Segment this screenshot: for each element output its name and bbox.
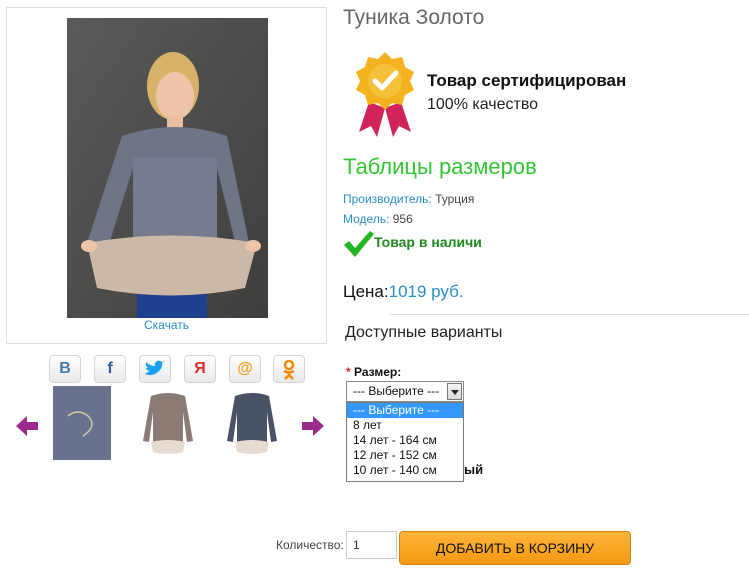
checkmark-icon <box>343 230 375 258</box>
manufacturer-row: Производитель: Турция <box>343 192 474 206</box>
quantity-input[interactable]: 1 <box>346 531 397 559</box>
price-row: Цена:1019 руб. <box>343 282 464 302</box>
model-row: Модель: 956 <box>343 212 413 226</box>
add-to-cart-button[interactable]: ДОБАВИТЬ В КОРЗИНУ <box>399 531 631 565</box>
size-field-label: * Размер: <box>346 365 401 379</box>
product-title: Туника Золото <box>343 6 485 29</box>
mailru-icon[interactable]: @ <box>229 355 261 383</box>
model-value: 956 <box>389 212 413 226</box>
model-label: Модель: <box>343 212 390 226</box>
odnoklassniki-icon[interactable]: Я <box>184 355 216 383</box>
thumbnail-2[interactable] <box>139 386 197 460</box>
product-image-frame: Скачать <box>6 7 327 344</box>
size-option[interactable]: 14 лет - 164 см <box>347 433 463 448</box>
next-arrow-icon[interactable] <box>300 413 326 439</box>
size-select[interactable]: --- Выберите --- <box>346 381 464 402</box>
certificate-title: Товар сертифицирован <box>427 71 627 90</box>
divider <box>390 314 749 315</box>
twitter-icon[interactable] <box>139 355 171 383</box>
size-label: Размер: <box>350 365 402 379</box>
size-dropdown: --- Выберите --- 8 лет 14 лет - 164 см 1… <box>346 402 464 482</box>
chevron-down-icon[interactable] <box>447 383 462 400</box>
variants-heading: Доступные варианты <box>345 324 503 341</box>
download-link[interactable]: Скачать <box>7 318 326 332</box>
prev-arrow-icon[interactable] <box>14 413 40 439</box>
certificate-badge-icon <box>351 50 419 138</box>
size-option[interactable]: 8 лет <box>347 418 463 433</box>
ok-icon[interactable] <box>273 355 305 383</box>
size-table-link[interactable]: Таблицы размеров <box>343 154 537 180</box>
price-label: Цена: <box>343 282 389 301</box>
thumbnail-1[interactable] <box>53 386 111 460</box>
manufacturer-value: Турция <box>431 192 475 206</box>
size-option[interactable]: 12 лет - 152 см <box>347 448 463 463</box>
size-option[interactable]: 10 лет - 140 см <box>347 463 463 478</box>
thumbnail-3[interactable] <box>223 386 281 460</box>
obscured-text: ый <box>464 462 484 477</box>
size-select-value: --- Выберите --- <box>353 384 440 398</box>
vk-icon[interactable]: В <box>49 355 81 383</box>
facebook-icon[interactable]: f <box>94 355 126 383</box>
size-option[interactable]: --- Выберите --- <box>347 403 463 418</box>
price-value: 1019 руб. <box>388 282 464 301</box>
quantity-label: Количество: <box>276 538 344 552</box>
stock-status: Товар в наличи <box>374 234 482 250</box>
certificate-subtitle: 100% качество <box>427 96 539 113</box>
manufacturer-label[interactable]: Производитель: <box>343 192 432 206</box>
product-photo[interactable] <box>67 18 268 318</box>
